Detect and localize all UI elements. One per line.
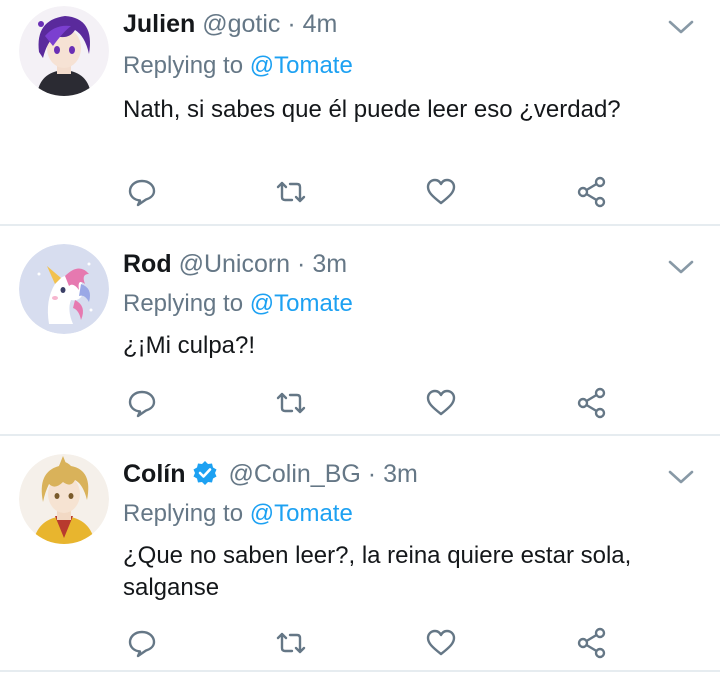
heart-icon[interactable] <box>424 386 458 420</box>
separator-dot: · <box>367 460 377 488</box>
display-name[interactable]: Rod <box>123 250 172 278</box>
share-icon[interactable] <box>575 175 609 209</box>
mention-link[interactable]: @Tomate <box>250 52 353 79</box>
action-bar <box>0 386 720 426</box>
action-bar <box>0 175 720 215</box>
replying-to-line: Replying to @Tomate <box>123 52 353 80</box>
avatar[interactable] <box>19 454 109 544</box>
action-bar <box>0 626 720 666</box>
anime-boy-blonde-hair-avatar <box>19 454 109 544</box>
tweet-header: Julien @gotic · 4m <box>123 10 337 39</box>
tweet[interactable]: Rod @Unicorn · 3m Replying to @Tomate ¿¡… <box>0 226 720 436</box>
display-name[interactable]: Julien <box>123 10 195 38</box>
timestamp[interactable]: 3m <box>383 460 418 488</box>
retweet-icon[interactable] <box>274 626 308 660</box>
display-name[interactable]: Colín <box>123 460 186 488</box>
reply-icon[interactable] <box>125 175 159 209</box>
tweet-header: Colín @Colin_BG · 3m <box>123 460 418 493</box>
replying-to-label: Replying to <box>123 52 250 79</box>
avatar[interactable] <box>19 244 109 334</box>
anime-boy-purple-hair-avatar <box>19 6 109 96</box>
user-handle[interactable]: @Colin_BG <box>228 460 360 488</box>
timestamp[interactable]: 3m <box>312 250 347 278</box>
reply-icon[interactable] <box>125 626 159 660</box>
tweet-text: ¿¡Mi culpa?! <box>123 332 256 359</box>
chevron-down-icon[interactable] <box>667 16 695 38</box>
replying-to-line: Replying to @Tomate <box>123 500 353 528</box>
replying-to-label: Replying to <box>123 290 250 317</box>
avatar[interactable] <box>19 6 109 96</box>
reply-icon[interactable] <box>125 386 159 420</box>
share-icon[interactable] <box>575 386 609 420</box>
tweet-header: Rod @Unicorn · 3m <box>123 250 347 279</box>
heart-icon[interactable] <box>424 626 458 660</box>
separator-dot: · <box>287 10 296 38</box>
chevron-down-icon[interactable] <box>667 256 695 278</box>
user-handle[interactable]: @gotic <box>202 10 280 38</box>
retweet-icon[interactable] <box>274 386 308 420</box>
chevron-down-icon[interactable] <box>667 466 695 488</box>
timestamp[interactable]: 4m <box>303 10 338 38</box>
mention-link[interactable]: @Tomate <box>250 500 353 527</box>
tweet-text: ¿Que no saben leer?, la reina quiere est… <box>123 542 632 601</box>
tweet[interactable]: Colín @Colin_BG · 3m Replying to @Tomate… <box>0 436 720 672</box>
tweet[interactable]: Julien @gotic · 4m Replying to @Tomate N… <box>0 0 720 226</box>
tweet-text: Nath, si sabes que él puede leer eso ¿ve… <box>123 96 621 123</box>
verified-badge-icon <box>192 460 218 493</box>
replying-to-line: Replying to @Tomate <box>123 290 353 318</box>
retweet-icon[interactable] <box>274 175 308 209</box>
replying-to-label: Replying to <box>123 500 250 527</box>
heart-icon[interactable] <box>424 175 458 209</box>
mention-link[interactable]: @Tomate <box>250 290 353 317</box>
user-handle[interactable]: @Unicorn <box>179 250 291 278</box>
share-icon[interactable] <box>575 626 609 660</box>
separator-dot: · <box>297 250 306 278</box>
tweet-feed: Julien @gotic · 4m Replying to @Tomate N… <box>0 0 720 681</box>
unicorn-avatar <box>19 244 109 334</box>
